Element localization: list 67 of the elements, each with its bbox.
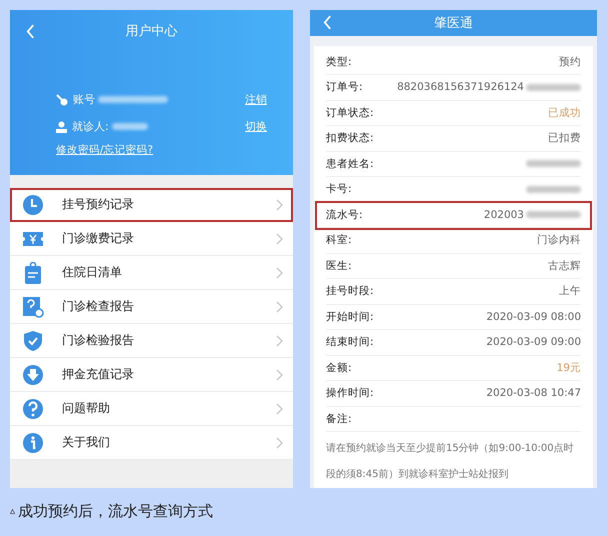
menu-item[interactable]: 问题帮助 [10, 392, 293, 426]
shield-icon [22, 330, 44, 352]
field-value: 19元 [556, 360, 581, 375]
field-value: 202003 [484, 208, 524, 221]
chevron-icon [276, 368, 283, 380]
field-value: 已扣费 [548, 131, 581, 146]
field-value: 2020-03-08 10:47 [486, 387, 581, 400]
back-icon[interactable] [323, 15, 332, 30]
chevron-icon [276, 436, 283, 448]
field-label: 开始时间: [326, 310, 374, 324]
menu-item[interactable]: 住院日清单 [10, 256, 293, 290]
field-label: 患者姓名: [326, 156, 374, 171]
account-label: 账号 [73, 92, 95, 107]
field-label: 订单号: [326, 80, 363, 94]
patient-label: 就诊人: [72, 119, 109, 134]
screen-title: 肇医通 [434, 14, 473, 32]
field-value: 预约 [559, 54, 581, 69]
blurred-value [526, 84, 581, 91]
field-label: 流水号: [326, 208, 363, 222]
menu-item[interactable]: 门诊缴费记录 [10, 222, 293, 256]
field-label: 订单状态: [326, 106, 374, 120]
download-icon [22, 364, 44, 386]
menu-item[interactable]: 关于我们 [10, 426, 293, 460]
field-value: 2020-03-09 08:00 [486, 310, 581, 323]
blurred-value [526, 186, 581, 193]
field-label: 类型: [326, 54, 352, 69]
field-label: 操作时间: [326, 386, 374, 400]
field-value: 上午 [559, 284, 581, 298]
blurred-value [98, 96, 168, 103]
field-label: 卡号: [326, 182, 352, 196]
field-value: 8820368156371926124 [397, 81, 524, 94]
menu-item[interactable]: 门诊检查报告 [10, 290, 293, 324]
field-label: 结束时间: [326, 335, 374, 350]
search-doc-icon [22, 296, 44, 318]
field-label: 金额: [326, 360, 352, 375]
menu-item[interactable]: 门诊检验报告 [10, 324, 293, 358]
field-value: 古志辉 [548, 258, 581, 273]
field-label: 医生: [326, 258, 352, 273]
chevron-icon [276, 266, 283, 278]
triangle-mark: ▵ [10, 506, 16, 517]
field-label: 备注: [326, 412, 352, 426]
menu-item[interactable]: 押金充值记录 [10, 358, 293, 392]
field-label: 扣费状态: [326, 131, 374, 146]
screen-title: 用户中心 [126, 23, 178, 40]
chevron-icon [276, 334, 283, 346]
menu-item[interactable]: 挂号预约记录 [10, 188, 293, 222]
chevron-icon [276, 198, 283, 210]
field-label: 科室: [326, 233, 352, 248]
chevron-icon [276, 232, 283, 244]
clipboard-icon [22, 262, 44, 284]
blurred-value [526, 211, 581, 218]
field-value: 2020-03-09 09:00 [486, 336, 581, 348]
info-icon [22, 432, 44, 454]
person-icon [56, 120, 67, 132]
chevron-icon [276, 402, 283, 414]
field-value: 门诊内科 [537, 233, 581, 248]
clock-icon [22, 194, 44, 216]
blurred-value [526, 160, 581, 168]
question-icon [22, 398, 44, 420]
blurred-value [112, 123, 148, 130]
field-value: 已成功 [548, 106, 581, 120]
caption-text: 成功预约后，流水号查询方式 [18, 502, 214, 521]
back-icon[interactable] [26, 24, 35, 38]
field-label: 挂号时段: [326, 284, 374, 298]
key-icon [56, 94, 68, 106]
chevron-icon [276, 300, 283, 312]
note-text: 请在预约就诊当天至少提前15分钟（如9:00-10:00点时段的须8:45前）到就诊科室护士站处报到 [326, 442, 575, 482]
